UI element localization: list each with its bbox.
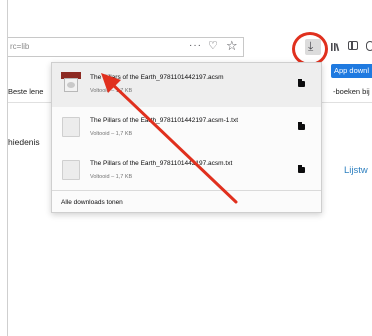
open-folder-button[interactable] (297, 79, 307, 89)
text-file-icon (62, 160, 80, 180)
acsm-file-icon (61, 72, 81, 94)
download-item[interactable]: The Pillars of the Earth_9781101442197.a… (52, 63, 321, 107)
downloads-panel: The Pillars of the Earth_9781101442197.a… (51, 62, 322, 213)
app-download-label: App downl (334, 66, 370, 75)
open-folder-button[interactable] (297, 122, 307, 132)
download-item[interactable]: The Pillars of the Earth_9781101442197.a… (52, 149, 321, 193)
url-text[interactable]: rc=lib (10, 42, 29, 51)
download-status: Voltooid – 1,7 KB (90, 88, 133, 94)
download-status: Voltooid – 1,7 KB (90, 174, 133, 180)
app-download-button[interactable]: App downl (331, 64, 372, 78)
folder-icon (298, 79, 305, 87)
bookmark-item-ebooks[interactable]: -boeken bij d (333, 87, 372, 96)
list-link[interactable]: Lijstw (344, 165, 368, 176)
download-filename: The Pillars of the Earth_9781101442197.a… (90, 117, 239, 124)
sidebar-icon[interactable] (348, 41, 358, 50)
show-all-downloads-link[interactable]: Alle downloads tonen (61, 199, 123, 206)
bookmark-item[interactable]: Beste lene (8, 87, 43, 96)
url-bar[interactable]: rc=lib ··· ♡ ☆ (8, 37, 244, 57)
history-text: hiedenis (8, 137, 40, 147)
download-status: Voltooid – 1,7 KB (90, 131, 133, 137)
page-actions-icon[interactable]: ··· (189, 40, 202, 51)
text-file-icon (62, 117, 80, 137)
open-folder-button[interactable] (297, 165, 307, 175)
bookmark-star-icon[interactable]: ☆ (226, 38, 238, 54)
pocket-icon[interactable]: ♡ (208, 39, 218, 52)
highlight-circle-annotation (292, 32, 328, 66)
download-item[interactable]: The Pillars of the Earth_9781101442197.a… (52, 106, 321, 150)
library-icon[interactable] (330, 42, 340, 52)
download-filename: The Pillars of the Earth_9781101442197.a… (90, 74, 224, 81)
folder-icon (298, 122, 305, 130)
folder-icon (298, 165, 305, 173)
download-filename: The Pillars of the Earth_9781101442197.a… (90, 160, 233, 167)
account-icon[interactable] (366, 41, 372, 51)
panel-divider (52, 190, 321, 191)
